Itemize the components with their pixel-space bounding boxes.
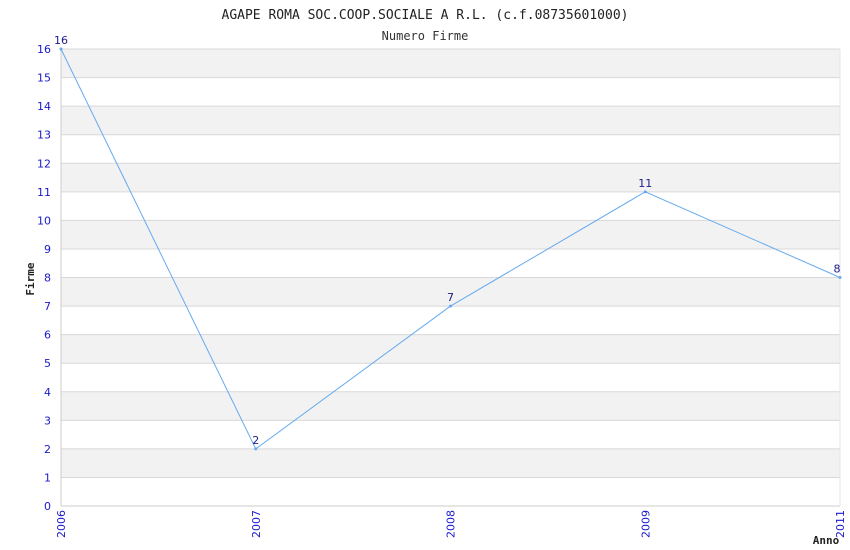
grid-band [61,334,840,364]
y-tick-label: 11 [37,186,51,199]
x-tick-label: 2007 [250,510,263,538]
data-point [449,304,452,308]
y-tick-label: 12 [37,157,51,170]
data-point [254,447,258,451]
y-tick-label: 16 [37,43,51,56]
grid-band [61,49,840,78]
x-tick-label: 2009 [639,510,652,538]
x-tick-label: 2008 [445,510,458,538]
y-tick-label: 0 [44,500,51,513]
x-tick-labels: 2006 2007 2008 2009 2011 [55,510,847,538]
y-tick-label: 1 [44,471,51,484]
grid-band [61,220,840,249]
y-tick-label: 3 [44,414,51,427]
y-tick-label: 2 [44,443,51,456]
y-tick-label: 15 [37,72,51,85]
data-point [838,276,842,279]
data-label: 8 [834,263,841,276]
y-tick-label: 4 [44,386,51,399]
line-chart: 012345678910111213141516 2006 2007 2008 200… [24,8,847,547]
y-tick-label: 9 [44,243,51,256]
grid-bands [61,49,840,478]
data-point [643,190,647,194]
data-label: 7 [447,291,454,304]
x-tick-label: 2006 [55,510,68,538]
y-tick-label: 6 [44,329,51,342]
grid-band [61,106,840,135]
y-axis-title: Firme [24,262,37,295]
grid-band [61,391,840,421]
y-tick-label: 14 [37,100,51,113]
y-tick-label: 5 [44,357,51,370]
data-label: 16 [54,34,68,47]
grid-band [61,163,840,192]
y-tick-label: 8 [44,272,51,285]
y-tick-label: 13 [37,129,51,142]
y-tick-label: 7 [44,300,51,313]
chart-subtitle: Numero Firme [382,29,469,43]
data-point [59,47,63,51]
grid-band [61,448,840,478]
data-label: 2 [252,434,259,447]
chart-title: AGAPE ROMA SOC.COOP.SOCIALE A R.L. (c.f.… [222,8,629,23]
x-axis-title: Anno [813,534,840,547]
data-label: 11 [638,177,652,190]
y-tick-label: 10 [37,214,51,227]
y-tick-labels: 012345678910111213141516 [37,43,51,513]
